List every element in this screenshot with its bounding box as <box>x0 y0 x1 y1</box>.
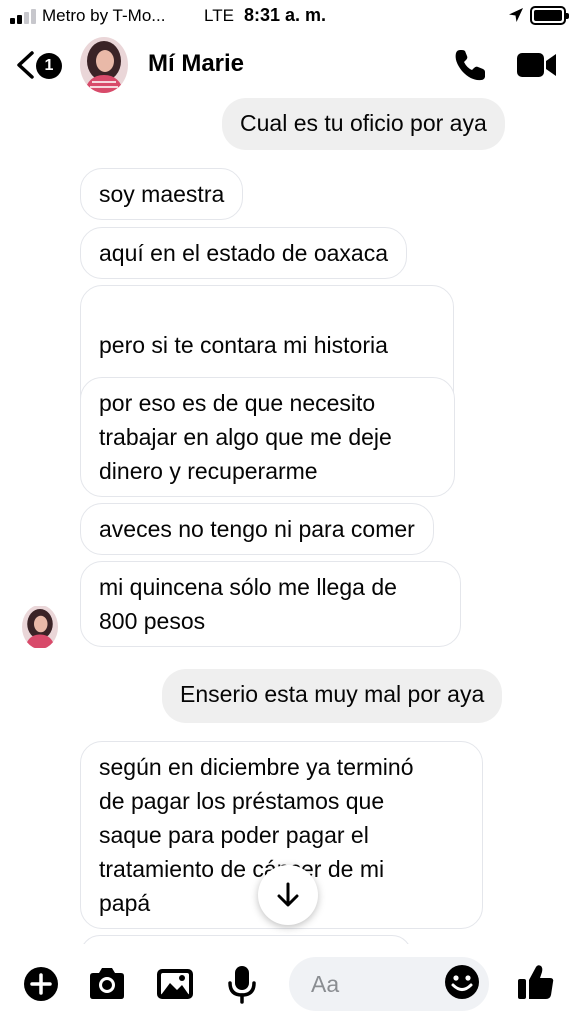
message-outgoing[interactable]: Enserio esta muy mal por aya <box>162 669 503 723</box>
conversation-header: 1 Mí Marie <box>0 34 576 96</box>
composer-bar <box>0 944 576 1024</box>
message-outgoing[interactable]: Cual es tu oficio por aya <box>222 98 505 150</box>
message-incoming[interactable]: por eso es de que necesito trabajar en a… <box>80 377 455 497</box>
video-camera-icon[interactable] <box>516 50 558 80</box>
sender-avatar[interactable] <box>22 605 58 649</box>
status-bar: Metro by T-Mo... LTE 8:31 a. m. <box>0 0 576 34</box>
unread-count-badge: 1 <box>36 53 62 79</box>
back-button[interactable]: 1 <box>12 48 66 82</box>
phone-icon[interactable] <box>452 47 488 83</box>
signal-bars-icon <box>10 8 38 24</box>
scroll-to-bottom-button[interactable] <box>258 865 318 925</box>
status-time: 8:31 a. m. <box>244 5 327 25</box>
message-incoming[interactable]: aquí en el estado de oaxaca <box>80 227 408 279</box>
message-incoming[interactable]: soy maestra <box>80 168 244 220</box>
contact-avatar[interactable] <box>80 37 128 93</box>
smiley-icon[interactable] <box>443 963 481 1001</box>
microphone-icon[interactable] <box>222 964 262 1004</box>
message-text: pero si te contara mi historia <box>99 332 388 358</box>
arrow-down-icon <box>277 882 299 907</box>
network-type: LTE <box>204 6 234 25</box>
chevron-left-icon <box>17 51 34 79</box>
image-icon[interactable] <box>155 964 195 1004</box>
carrier-name: Metro by T-Mo... <box>42 6 166 25</box>
location-arrow-icon <box>509 8 523 22</box>
camera-icon[interactable] <box>87 964 127 1004</box>
contact-name[interactable]: Mí Marie <box>148 50 244 78</box>
battery-icon <box>530 6 569 25</box>
message-incoming[interactable]: mi quincena sólo me llega de 800 pesos <box>80 561 461 647</box>
plus-circle-icon[interactable] <box>21 964 61 1004</box>
thumbs-up-icon[interactable] <box>516 962 556 1002</box>
message-incoming[interactable]: aveces no tengo ni para comer <box>80 503 434 555</box>
